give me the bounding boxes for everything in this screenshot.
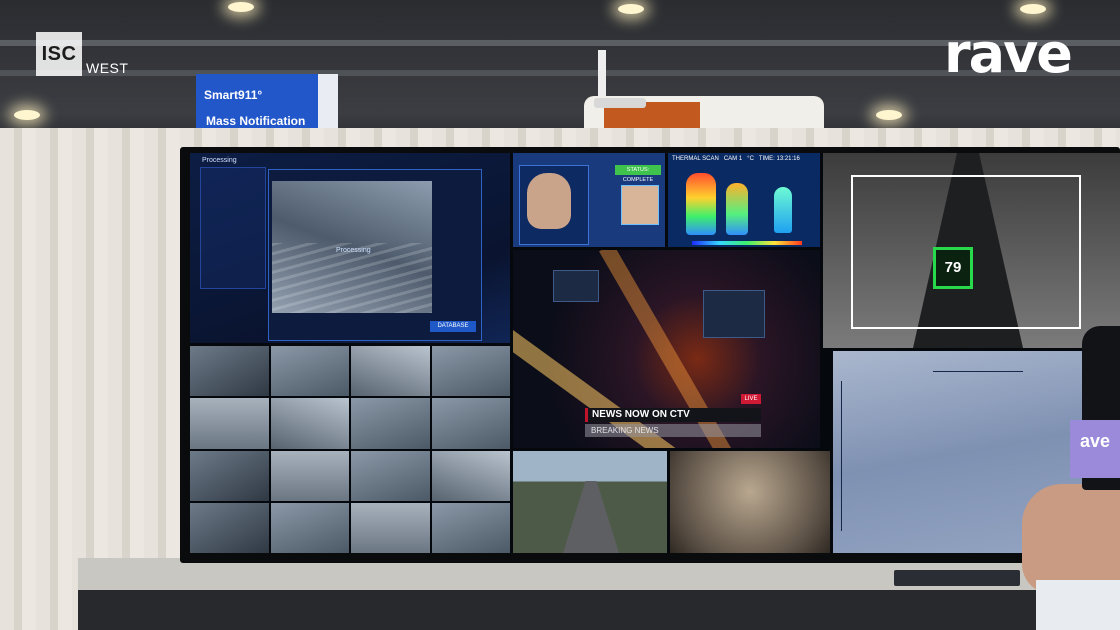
security-camera — [594, 98, 646, 108]
hud-scale — [841, 381, 842, 531]
aerial-city-panel: LIVE NEWS NOW ON CTV BREAKING NEWS — [513, 250, 820, 448]
presenter-sleeve — [1036, 580, 1120, 630]
thermal-person — [726, 183, 748, 235]
thermal-cam: CAM 1 — [723, 156, 743, 162]
booth-sign: Smart911° Mass Notification — [196, 74, 318, 130]
camera-feed — [431, 398, 510, 449]
ceiling-light — [14, 110, 40, 120]
ceiling-light — [618, 4, 644, 14]
camera-feed — [270, 398, 349, 449]
building — [703, 290, 765, 338]
camera-feed — [351, 346, 430, 397]
booth-sign-line1: Smart911° — [204, 88, 263, 102]
camera-feed — [270, 346, 349, 397]
status-badge: STATUS: COMPLETE — [615, 165, 661, 183]
video-wall-screen: Processing Processing DATABASE STATUS: C… — [190, 153, 1120, 553]
face-scan — [621, 185, 659, 225]
ceiling-light — [1020, 4, 1046, 14]
camera-grid — [190, 346, 510, 553]
camera-feed — [190, 450, 269, 501]
speed-tag: 79 — [933, 247, 973, 289]
road-thermal-panel: 79 — [823, 153, 1120, 348]
live-badge: LIVE — [741, 394, 761, 404]
palm-scan — [527, 173, 571, 229]
thermal-person — [774, 187, 792, 233]
presenter-hand — [1022, 484, 1120, 594]
parking-feed — [670, 451, 830, 553]
biometrics-panel: STATUS: COMPLETE — [513, 153, 665, 247]
camera-feed — [351, 502, 430, 553]
processing-sidebar — [200, 167, 266, 289]
camera-feed — [270, 502, 349, 553]
hud-scale — [933, 371, 1023, 372]
thermal-unit: °C — [747, 156, 754, 162]
thermal-header: THERMAL SCAN CAM 1 °C TIME: 13:21:16 — [672, 156, 800, 162]
processing-panel: Processing Processing DATABASE — [190, 153, 510, 343]
database-button: DATABASE — [430, 321, 476, 332]
ceiling-light — [876, 110, 902, 120]
building — [553, 270, 599, 302]
mic-flag: ave — [1070, 420, 1120, 478]
camera-feed — [351, 398, 430, 449]
channel-logo: rave — [944, 22, 1073, 85]
camera-feed — [270, 450, 349, 501]
event-logo-suffix: WEST — [86, 60, 129, 76]
thermal-scale-bar — [692, 241, 802, 245]
detection-label: Processing — [336, 247, 371, 254]
keyboard — [894, 570, 1020, 586]
event-logo: ISCWEST — [36, 32, 128, 76]
processing-title: Processing — [202, 157, 237, 164]
camera-feed — [431, 450, 510, 501]
highway-lane — [563, 481, 619, 553]
thermal-panel: THERMAL SCAN CAM 1 °C TIME: 13:21:16 — [668, 153, 820, 247]
thermal-person — [686, 173, 716, 235]
camera-feed — [190, 398, 269, 449]
camera-feed — [351, 450, 430, 501]
camera-feed — [431, 346, 510, 397]
news-headline: NEWS NOW ON CTV — [585, 408, 761, 422]
thermal-label: THERMAL SCAN — [672, 156, 719, 162]
event-logo-mark: ISC — [36, 32, 82, 76]
ceiling-light — [228, 2, 254, 12]
table-front — [78, 590, 1120, 630]
camera-feed — [190, 346, 269, 397]
thermal-time: TIME: 13:21:16 — [758, 156, 800, 162]
camera-feed — [431, 502, 510, 553]
booth-sign-line2: Mass Notification — [206, 114, 306, 128]
highway-feed — [513, 451, 667, 553]
booth-sign-side — [318, 74, 338, 130]
news-ticker: BREAKING NEWS — [585, 424, 761, 437]
camera-feed — [190, 502, 269, 553]
